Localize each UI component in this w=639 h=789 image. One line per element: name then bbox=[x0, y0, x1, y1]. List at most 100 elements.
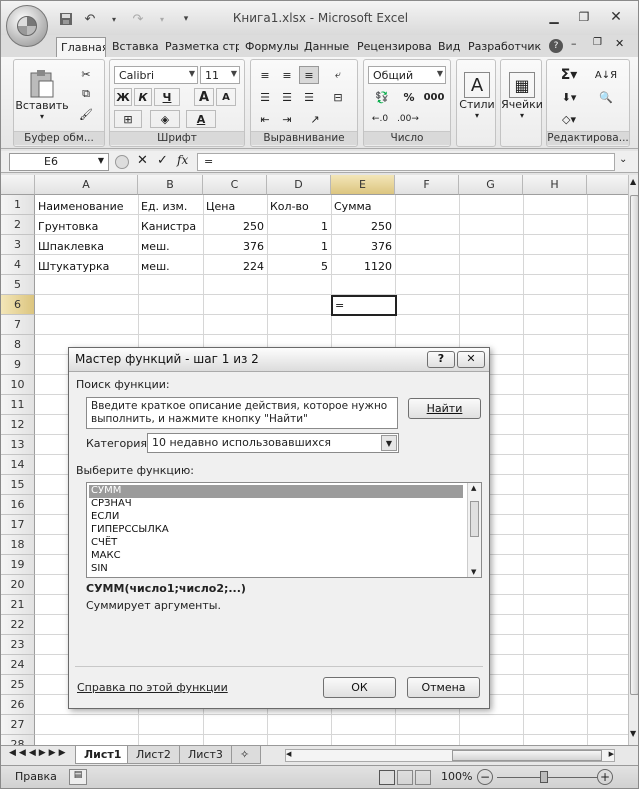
cut-icon[interactable]: ✂ bbox=[76, 66, 96, 82]
cancel-entry-icon[interactable]: ✕ bbox=[137, 153, 148, 168]
cells-button[interactable]: ▦ Ячейки ▾ bbox=[501, 66, 543, 126]
function-item[interactable]: SIN bbox=[89, 563, 463, 576]
cell-e3[interactable]: 376 bbox=[332, 236, 395, 256]
percent-button[interactable]: % bbox=[400, 88, 418, 106]
row-header[interactable]: 24 bbox=[1, 655, 35, 675]
sheet-tab-3[interactable]: Лист3 bbox=[179, 746, 232, 764]
name-box[interactable]: E6 ▼ bbox=[9, 153, 109, 171]
chevron-down-icon[interactable]: ▼ bbox=[381, 435, 397, 451]
scroll-up-icon[interactable]: ▲ bbox=[630, 177, 636, 186]
sort-filter-icon[interactable]: A↓Я bbox=[591, 66, 621, 84]
borders-icon[interactable]: ⊞ bbox=[114, 110, 142, 128]
cell-d4[interactable]: 5 bbox=[268, 256, 331, 276]
select-all-corner[interactable] bbox=[1, 175, 35, 195]
currency-icon[interactable]: 💱 bbox=[368, 88, 396, 106]
scroll-down-icon[interactable]: ▼ bbox=[630, 729, 636, 738]
col-header-e[interactable]: E bbox=[331, 175, 395, 195]
row-header[interactable]: 1 bbox=[1, 195, 35, 215]
search-function-input[interactable]: Введите краткое описание действия, котор… bbox=[86, 397, 398, 429]
h-scroll-thumb[interactable] bbox=[452, 750, 602, 761]
insert-function-icon[interactable]: fx bbox=[177, 153, 188, 167]
page-layout-view-icon[interactable] bbox=[397, 770, 413, 785]
grow-font-button[interactable]: A bbox=[194, 88, 214, 106]
cell-b2[interactable]: Канистра bbox=[139, 216, 203, 236]
dialog-help-button[interactable]: ? bbox=[427, 351, 455, 368]
row-header[interactable]: 2 bbox=[1, 215, 35, 235]
row-header[interactable]: 22 bbox=[1, 615, 35, 635]
underline-button[interactable]: Ч bbox=[154, 88, 180, 106]
zoom-level[interactable]: 100% bbox=[441, 770, 472, 783]
zoom-slider-thumb[interactable] bbox=[540, 771, 548, 783]
font-color-icon[interactable]: A bbox=[186, 110, 216, 128]
save-icon[interactable] bbox=[57, 11, 75, 27]
ribbon-restore-icon[interactable]: ❐ bbox=[593, 37, 602, 48]
close-window-button[interactable]: ✕ bbox=[603, 7, 629, 27]
row-header[interactable]: 20 bbox=[1, 575, 35, 595]
row-header[interactable]: 25 bbox=[1, 675, 35, 695]
ribbon-minimize-icon[interactable]: – bbox=[571, 37, 577, 50]
cell-c4[interactable]: 224 bbox=[204, 256, 267, 276]
ribbon-close-icon[interactable]: ✕ bbox=[615, 37, 624, 50]
row-header[interactable]: 13 bbox=[1, 435, 35, 455]
category-select[interactable]: 10 недавно использовавшихся ▼ bbox=[147, 433, 399, 453]
function-item[interactable]: СРЗНАЧ bbox=[89, 498, 463, 511]
tab-view[interactable]: Вид bbox=[434, 37, 464, 57]
autosum-icon[interactable]: Σ▾ bbox=[555, 66, 583, 84]
redo-dropdown-icon[interactable]: ▾ bbox=[153, 11, 171, 27]
row-header[interactable]: 11 bbox=[1, 395, 35, 415]
format-painter-icon[interactable]: 🖌 bbox=[76, 106, 96, 122]
row-header[interactable]: 4 bbox=[1, 255, 35, 275]
bold-button[interactable]: Ж bbox=[114, 88, 132, 106]
tab-home[interactable]: Главная bbox=[56, 37, 106, 57]
function-item-selected[interactable]: СУММ bbox=[89, 485, 463, 498]
fill-color-icon[interactable]: ◈ bbox=[150, 110, 180, 128]
cell-a4[interactable]: Штукатурка bbox=[36, 256, 138, 276]
cell-b1[interactable]: Ед. изм. bbox=[139, 196, 203, 216]
function-item[interactable]: СЧЁТ bbox=[89, 537, 463, 550]
minimize-button[interactable]: ▁ bbox=[541, 7, 567, 27]
tab-page-layout[interactable]: Разметка стра bbox=[161, 37, 239, 57]
list-scroll-thumb[interactable] bbox=[470, 501, 479, 537]
wrap-text-icon[interactable]: ⤶ bbox=[327, 66, 349, 84]
tab-insert[interactable]: Вставка bbox=[108, 37, 160, 57]
number-format-combo[interactable]: Общий ▼ bbox=[368, 66, 446, 84]
orientation-icon[interactable]: ↗ bbox=[303, 110, 327, 128]
shrink-font-button[interactable]: A bbox=[216, 88, 236, 106]
undo-dropdown-icon[interactable]: ▾ bbox=[105, 11, 123, 27]
row-header[interactable]: 10 bbox=[1, 375, 35, 395]
zoom-out-icon[interactable]: − bbox=[477, 769, 493, 785]
function-item[interactable]: ГИПЕРССЫЛКА bbox=[89, 524, 463, 537]
vertical-scrollbar[interactable]: ▲ ▼ bbox=[628, 175, 638, 745]
font-name-combo[interactable]: Calibri ▼ bbox=[114, 66, 198, 84]
cell-e4[interactable]: 1120 bbox=[332, 256, 395, 276]
cell-a2[interactable]: Грунтовка bbox=[36, 216, 138, 236]
font-size-combo[interactable]: 11 ▼ bbox=[200, 66, 240, 84]
row-header[interactable]: 26 bbox=[1, 695, 35, 715]
function-list[interactable]: СУММ СРЗНАЧ ЕСЛИ ГИПЕРССЫЛКА СЧЁТ МАКС S… bbox=[86, 482, 482, 578]
tab-review[interactable]: Рецензирова bbox=[353, 37, 433, 57]
find-select-icon[interactable]: 🔍 bbox=[591, 88, 621, 106]
insert-sheet-icon[interactable]: ✧ bbox=[231, 746, 261, 764]
office-button[interactable] bbox=[6, 5, 48, 47]
page-break-view-icon[interactable] bbox=[415, 770, 431, 785]
function-help-link[interactable]: Справка по этой функции bbox=[77, 681, 228, 694]
zoom-in-icon[interactable]: + bbox=[597, 769, 613, 785]
cell-a1[interactable]: Наименование bbox=[36, 196, 138, 216]
row-header[interactable]: 19 bbox=[1, 555, 35, 575]
list-scrollbar[interactable]: ▲ ▼ bbox=[467, 483, 481, 577]
find-button[interactable]: Найти bbox=[408, 398, 481, 419]
col-header-g[interactable]: G bbox=[459, 175, 523, 195]
col-header-a[interactable]: A bbox=[35, 175, 138, 195]
row-header[interactable]: 5 bbox=[1, 275, 35, 295]
row-header[interactable]: 17 bbox=[1, 515, 35, 535]
row-header[interactable]: 12 bbox=[1, 415, 35, 435]
ok-button[interactable]: ОК bbox=[323, 677, 396, 698]
cell-c3[interactable]: 376 bbox=[204, 236, 267, 256]
row-header[interactable]: 9 bbox=[1, 355, 35, 375]
function-item[interactable]: МАКС bbox=[89, 550, 463, 563]
maximize-button[interactable]: ❐ bbox=[571, 7, 597, 27]
tab-developer[interactable]: Разработчик bbox=[464, 37, 542, 57]
horizontal-scrollbar[interactable]: ◀ ▶ bbox=[285, 749, 615, 762]
row-header[interactable]: 16 bbox=[1, 495, 35, 515]
scroll-up-icon[interactable]: ▲ bbox=[471, 484, 476, 492]
